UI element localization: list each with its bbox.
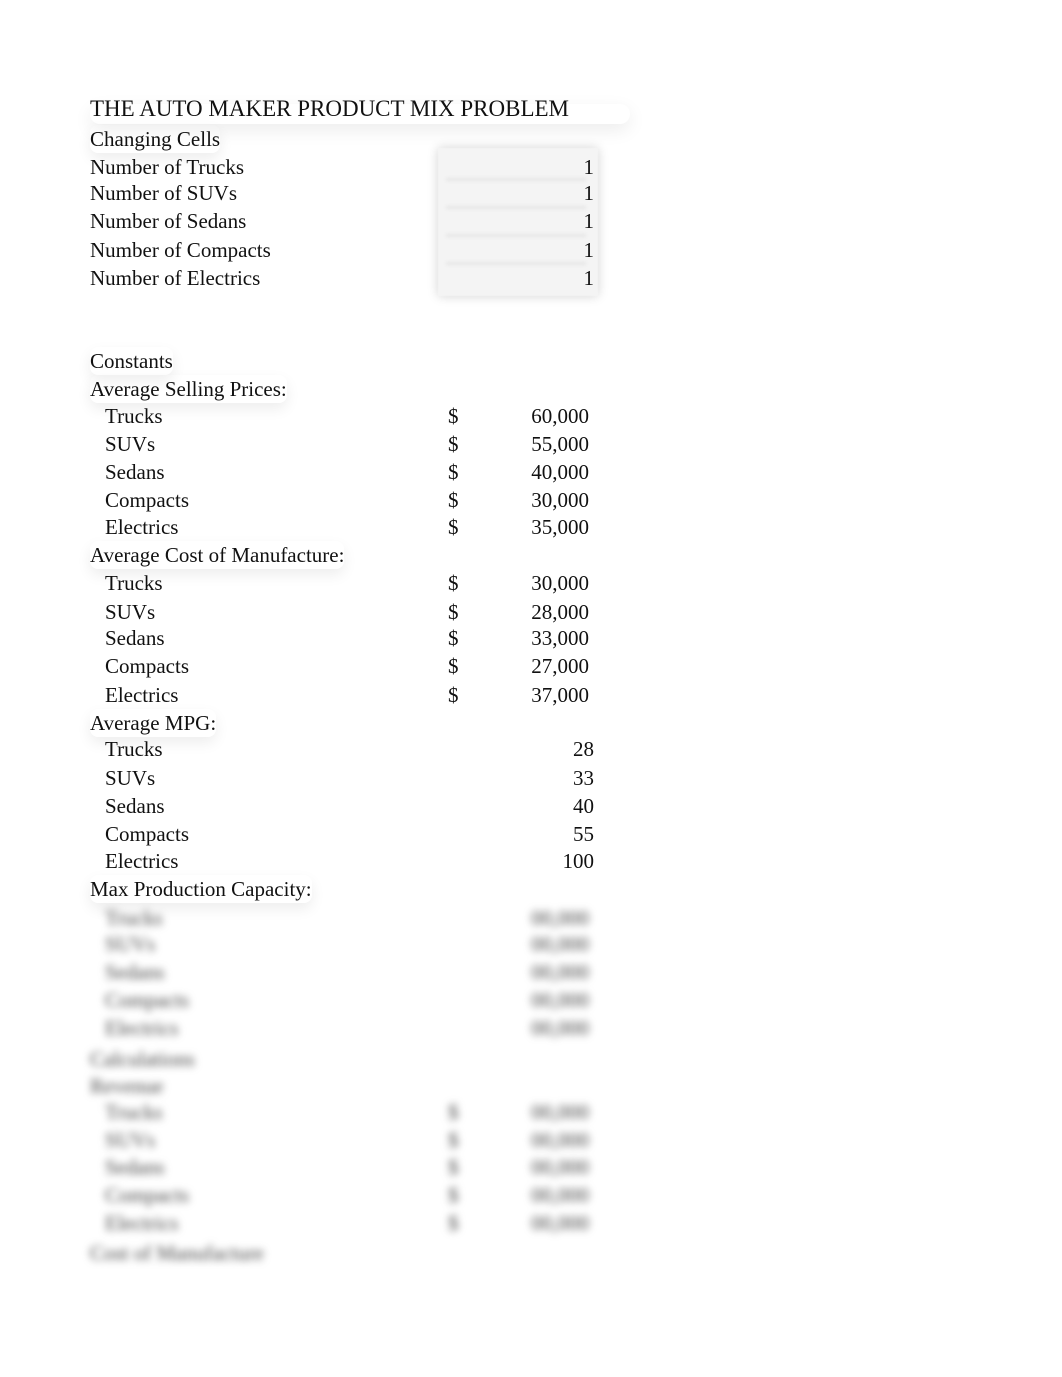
row-label: Trucks bbox=[105, 404, 163, 428]
row-label: Compacts bbox=[105, 1183, 189, 1207]
capacity-value: 00,000 bbox=[531, 960, 589, 984]
currency-symbol: $ bbox=[448, 404, 459, 428]
heading-label: Cost of Manufacture bbox=[90, 1241, 264, 1265]
heading-label: Average MPG: bbox=[90, 711, 217, 735]
currency-symbol: $ bbox=[448, 1100, 459, 1124]
currency-symbol: $ bbox=[448, 654, 459, 678]
row-label: Compacts bbox=[105, 488, 189, 512]
row-label: Sedans bbox=[105, 1155, 165, 1179]
price-value[interactable]: 35,000 bbox=[490, 513, 589, 541]
row-label: Trucks bbox=[105, 737, 163, 761]
page-title: THE AUTO MAKER PRODUCT MIX PROBLEM bbox=[90, 96, 570, 121]
changing-cell-trucks[interactable]: 1 bbox=[490, 153, 595, 181]
capacity-value: 00,000 bbox=[531, 906, 589, 930]
row-label: Trucks bbox=[105, 571, 163, 595]
row-label: Sedans bbox=[105, 794, 165, 818]
heading-label: Calculations bbox=[90, 1047, 195, 1071]
row-label: Compacts bbox=[105, 654, 189, 678]
currency-symbol: $ bbox=[448, 460, 459, 484]
currency-symbol: $ bbox=[448, 1128, 459, 1152]
changing-cell-electrics[interactable]: 1 bbox=[490, 264, 595, 292]
mpg-value[interactable]: 28 bbox=[490, 735, 594, 763]
currency-symbol: $ bbox=[448, 683, 459, 707]
row-label: Sedans bbox=[105, 626, 165, 650]
heading-label: Revenue bbox=[90, 1074, 164, 1098]
cost-value[interactable]: 28,000 bbox=[490, 598, 589, 626]
changing-cell-sedans[interactable]: 1 bbox=[490, 207, 595, 235]
price-value[interactable]: 40,000 bbox=[490, 458, 589, 486]
revenue-value: 00,000 bbox=[531, 1211, 589, 1235]
row-label: SUVs bbox=[105, 600, 156, 624]
row-label: Electrics bbox=[105, 1211, 179, 1235]
heading-label: Average Selling Prices: bbox=[90, 377, 287, 401]
cost-value[interactable]: 30,000 bbox=[490, 569, 589, 597]
row-label: Number of Electrics bbox=[90, 266, 261, 290]
capacity-value: 00,000 bbox=[531, 932, 589, 956]
changing-cell-suvs[interactable]: 1 bbox=[490, 179, 595, 207]
heading-label: Max Production Capacity: bbox=[90, 877, 312, 901]
row-label: Sedans bbox=[105, 960, 165, 984]
currency-symbol: $ bbox=[448, 1155, 459, 1179]
heading-label: Changing Cells bbox=[90, 127, 221, 151]
revenue-value: 00,000 bbox=[531, 1128, 589, 1152]
currency-symbol: $ bbox=[448, 626, 459, 650]
row-label: Compacts bbox=[105, 988, 189, 1012]
row-label: Number of Trucks bbox=[90, 155, 245, 179]
row-label: Electrics bbox=[105, 1016, 179, 1040]
heading-label: Constants bbox=[90, 349, 173, 373]
heading-label: Average Cost of Manufacture: bbox=[90, 543, 345, 567]
row-label: SUVs bbox=[105, 1128, 156, 1152]
row-label: Compacts bbox=[105, 822, 189, 846]
revenue-value: 00,000 bbox=[531, 1100, 589, 1124]
row-label: Number of Sedans bbox=[90, 209, 247, 233]
price-value[interactable]: 55,000 bbox=[490, 430, 589, 458]
row-label: SUVs bbox=[105, 932, 156, 956]
mpg-value[interactable]: 55 bbox=[490, 820, 594, 848]
row-label: Trucks bbox=[105, 906, 163, 930]
row-label: Electrics bbox=[105, 683, 179, 707]
mpg-value[interactable]: 100 bbox=[490, 847, 595, 875]
currency-symbol: $ bbox=[448, 600, 459, 624]
row-label: Number of SUVs bbox=[90, 181, 237, 205]
cost-value[interactable]: 33,000 bbox=[490, 624, 589, 652]
row-label: Trucks bbox=[105, 1100, 163, 1124]
capacity-value: 00,000 bbox=[531, 1016, 589, 1040]
row-label: SUVs bbox=[105, 432, 156, 456]
revenue-value: 00,000 bbox=[531, 1155, 589, 1179]
currency-symbol: $ bbox=[448, 488, 459, 512]
currency-symbol: $ bbox=[448, 432, 459, 456]
currency-symbol: $ bbox=[448, 571, 459, 595]
cost-value[interactable]: 27,000 bbox=[490, 652, 589, 680]
revenue-value: 00,000 bbox=[531, 1183, 589, 1207]
mpg-value[interactable]: 33 bbox=[490, 764, 594, 792]
row-label: Electrics bbox=[105, 849, 179, 873]
currency-symbol: $ bbox=[448, 1211, 459, 1235]
capacity-value: 00,000 bbox=[531, 988, 589, 1012]
row-label: SUVs bbox=[105, 766, 156, 790]
currency-symbol: $ bbox=[448, 1183, 459, 1207]
row-label: Number of Compacts bbox=[90, 238, 271, 262]
row-label: Electrics bbox=[105, 515, 179, 539]
mpg-value[interactable]: 40 bbox=[490, 792, 594, 820]
changing-cell-compacts[interactable]: 1 bbox=[490, 236, 595, 264]
currency-symbol: $ bbox=[448, 515, 459, 539]
cost-value[interactable]: 37,000 bbox=[490, 681, 589, 709]
row-label: Sedans bbox=[105, 460, 165, 484]
price-value[interactable]: 30,000 bbox=[490, 486, 589, 514]
price-value[interactable]: 60,000 bbox=[490, 402, 589, 430]
